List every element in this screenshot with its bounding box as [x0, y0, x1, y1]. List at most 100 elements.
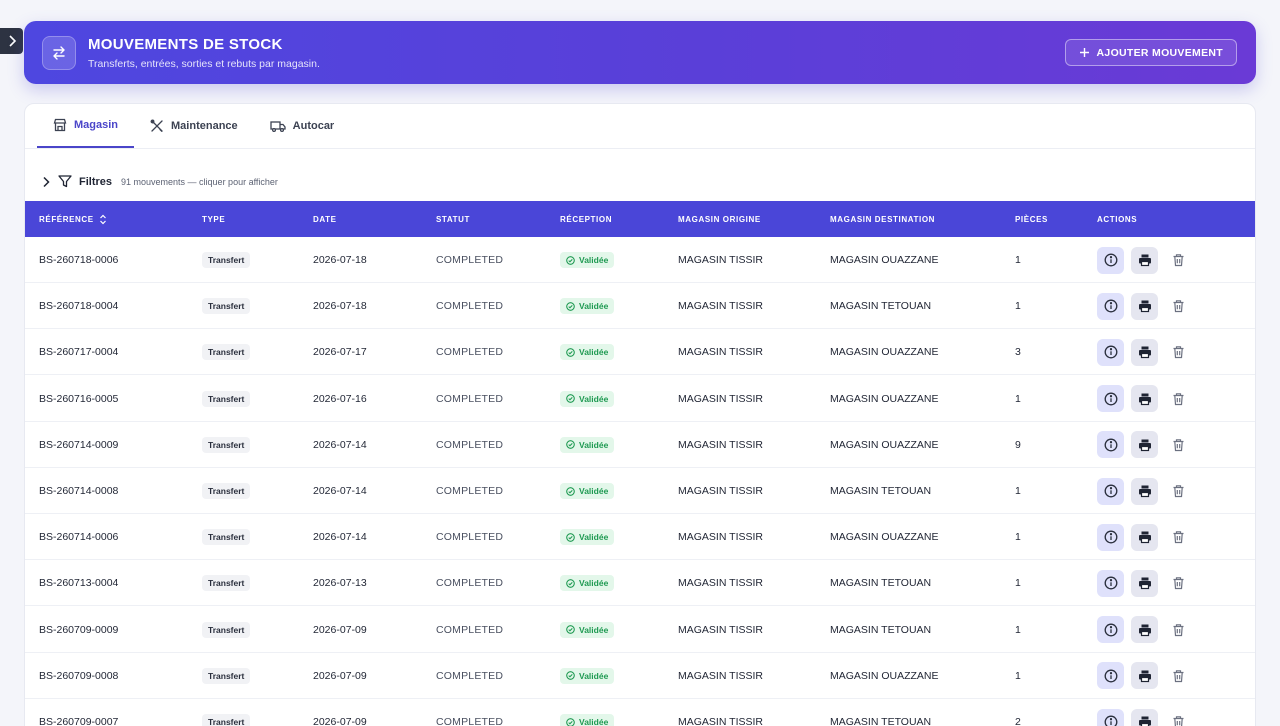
info-icon	[1104, 530, 1117, 544]
table-row[interactable]: BS-260716-0005 Transfert 2026-07-16 COMPLET…	[25, 376, 1255, 422]
table-row[interactable]: BS-260714-0009 Transfert 2026-07-14 COMPLET…	[25, 422, 1255, 468]
print-button[interactable]	[1131, 662, 1158, 690]
print-button[interactable]	[1131, 569, 1158, 597]
table-row[interactable]: BS-260709-0009 Transfert 2026-07-09 COMPLET…	[25, 607, 1255, 653]
column-date: DATE	[313, 201, 337, 237]
table-row[interactable]: BS-260714-0008 Transfert 2026-07-14 COMPLET…	[25, 468, 1255, 514]
tab-maintenance[interactable]: Maintenance	[134, 104, 254, 148]
delete-button[interactable]	[1165, 385, 1192, 412]
table-row[interactable]: BS-260718-0004 Transfert 2026-07-18 COMPLET…	[25, 283, 1255, 330]
column-origin: MAGASIN ORIGINE	[678, 201, 761, 237]
sort-icon	[99, 214, 106, 224]
reference-cell: BS-260718-0004	[39, 300, 119, 313]
column-label: ACTIONS	[1097, 214, 1138, 224]
delete-button[interactable]	[1165, 431, 1192, 458]
print-button[interactable]	[1131, 246, 1158, 274]
print-button[interactable]	[1131, 338, 1158, 366]
print-icon	[1138, 624, 1151, 636]
tab-magasin[interactable]: Magasin	[37, 104, 135, 148]
print-button[interactable]	[1131, 292, 1158, 320]
reception-label: Validée	[579, 670, 609, 681]
info-icon	[1104, 484, 1117, 498]
reception-cell: Validée	[560, 237, 615, 283]
details-button[interactable]	[1097, 523, 1124, 551]
trash-icon	[1173, 531, 1184, 544]
delete-button[interactable]	[1165, 616, 1192, 643]
type-cell: Transfert	[202, 283, 251, 329]
sidebar-toggle-button[interactable]	[0, 28, 23, 54]
info-icon	[1104, 253, 1117, 267]
column-label: MAGASIN ORIGINE	[678, 214, 761, 224]
status-cell: COMPLETED	[436, 392, 504, 405]
details-button[interactable]	[1097, 292, 1124, 320]
details-button[interactable]	[1097, 246, 1124, 274]
trash-icon	[1173, 485, 1184, 498]
check-circle-icon	[566, 532, 575, 542]
status-badge: Validée	[560, 529, 615, 546]
destination-cell: MAGASIN OUAZZANE	[830, 392, 939, 405]
info-icon	[1104, 299, 1117, 313]
column-reference[interactable]: RÉFÉRENCE	[39, 201, 107, 237]
print-button[interactable]	[1131, 477, 1158, 505]
table-row[interactable]: BS-260717-0004 Transfert 2026-07-17 COMPLET…	[25, 329, 1255, 376]
origin-cell: MAGASIN TISSIR	[678, 438, 763, 451]
table-row[interactable]: BS-260718-0006 Transfert 2026-07-18 COMPLET…	[25, 237, 1255, 283]
column-label: DATE	[313, 214, 337, 224]
status-cell: COMPLETED	[436, 669, 504, 682]
delete-button[interactable]	[1165, 524, 1192, 551]
details-button[interactable]	[1097, 708, 1124, 726]
movements-card: Magasin Maintenance Autocar Filtres 91 m…	[24, 103, 1256, 726]
status-badge: Validée	[560, 621, 615, 638]
column-actions: ACTIONS	[1097, 201, 1137, 237]
details-button[interactable]	[1097, 431, 1124, 459]
print-icon	[1138, 300, 1151, 313]
destination-cell: MAGASIN TETOUAN	[830, 577, 932, 590]
details-button[interactable]	[1097, 616, 1124, 644]
print-button[interactable]	[1131, 385, 1158, 413]
pieces-cell: 1	[1015, 300, 1021, 313]
print-button[interactable]	[1131, 616, 1158, 644]
type-badge: Transfert	[202, 621, 251, 638]
print-icon	[1138, 577, 1151, 590]
type-cell: Transfert	[202, 237, 251, 283]
print-icon	[1138, 439, 1151, 451]
print-button[interactable]	[1131, 523, 1158, 551]
details-button[interactable]	[1097, 338, 1124, 366]
details-button[interactable]	[1097, 477, 1124, 505]
filters-toggle[interactable]: Filtres 91 mouvements — cliquer pour aff…	[41, 175, 278, 188]
print-button[interactable]	[1131, 708, 1158, 726]
info-icon	[1104, 623, 1117, 637]
delete-button[interactable]	[1165, 662, 1192, 689]
table-row[interactable]: BS-260713-0004 Transfert 2026-07-13 COMPLET…	[25, 560, 1255, 607]
details-button[interactable]	[1097, 662, 1124, 690]
trash-icon	[1173, 623, 1184, 636]
add-movement-label: AJOUTER MOUVEMENT	[1096, 46, 1223, 59]
type-cell: Transfert	[202, 422, 251, 468]
details-button[interactable]	[1097, 569, 1124, 597]
delete-button[interactable]	[1165, 709, 1192, 726]
table-row[interactable]: BS-260709-0007 Transfert 2026-07-09 COMPLET…	[25, 699, 1255, 726]
check-circle-icon	[566, 301, 575, 311]
delete-button[interactable]	[1165, 339, 1192, 366]
trash-icon	[1173, 577, 1184, 590]
add-movement-button[interactable]: AJOUTER MOUVEMENT	[1064, 39, 1237, 66]
status-badge: Validée	[560, 252, 615, 268]
tab-autocar[interactable]: Autocar	[254, 104, 351, 148]
print-button[interactable]	[1131, 431, 1158, 459]
type-badge: Transfert	[202, 575, 251, 592]
delete-button[interactable]	[1165, 570, 1192, 597]
actions-cell	[1097, 329, 1192, 375]
table-row[interactable]: BS-260709-0008 Transfert 2026-07-09 COMPLET…	[25, 653, 1255, 699]
delete-button[interactable]	[1165, 247, 1192, 274]
table-header: RÉFÉRENCE TYPE DATE STATUT RÉCEPTION MAG…	[25, 201, 1255, 237]
table-row[interactable]: BS-260714-0006 Transfert 2026-07-14 COMPLET…	[25, 514, 1255, 561]
date-cell: 2026-07-14	[313, 438, 367, 451]
pieces-cell: 1	[1015, 669, 1021, 682]
actions-cell	[1097, 514, 1192, 560]
actions-cell	[1097, 468, 1192, 514]
details-button[interactable]	[1097, 385, 1124, 413]
delete-button[interactable]	[1165, 478, 1192, 505]
reference-cell: BS-260709-0009	[39, 623, 119, 636]
origin-cell: MAGASIN TISSIR	[678, 300, 763, 313]
delete-button[interactable]	[1165, 293, 1192, 320]
